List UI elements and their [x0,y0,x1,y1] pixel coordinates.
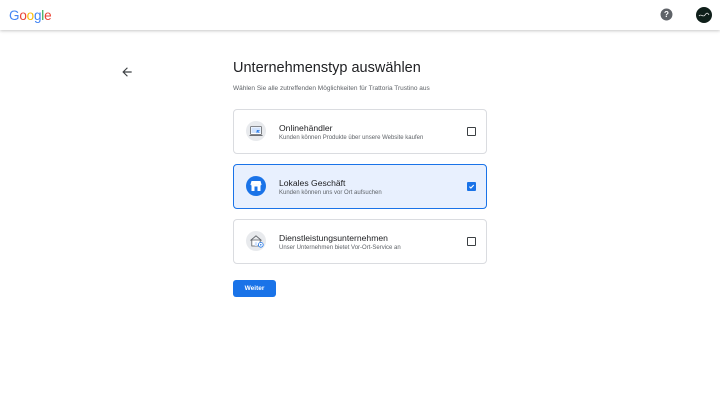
local-store-icon [246,176,266,196]
help-circle-icon[interactable]: ? [660,8,673,21]
option-checkbox[interactable] [467,127,476,136]
option-card-service-business[interactable]: Dienstleistungsunternehmen Unser Unterne… [233,219,487,264]
option-description: Unser Unternehmen bietet Vor-Ort-Service… [279,245,401,251]
option-description: Kunden können uns vor Ort aufsuchen [279,190,382,196]
logo-letter: g [33,8,42,23]
option-title: Onlinehändler [279,123,333,133]
arrow-back-icon[interactable] [120,65,134,79]
page-subtitle: Wählen Sie alle zutreffenden Möglichkeit… [233,85,430,92]
option-card-local-store[interactable]: Lokales Geschäft Kunden können uns vor O… [233,164,487,209]
account-avatar[interactable] [696,7,712,23]
option-title: Lokales Geschäft [279,178,346,188]
checkmark-icon [469,184,475,189]
page-title: Unternehmenstyp auswählen [233,60,421,76]
next-button[interactable]: Weiter [233,280,276,297]
online-store-icon [246,121,266,141]
top-bar: Google ? [0,0,720,30]
service-business-icon [246,231,266,251]
option-checkbox[interactable] [467,181,476,191]
logo-letter: e [44,8,52,23]
option-title: Dienstleistungsunternehmen [279,233,388,243]
logo-letter: G [9,8,20,23]
logo-letter: o [26,8,35,23]
logo-letter: o [19,8,27,23]
option-checkbox[interactable] [467,237,476,246]
google-logo[interactable]: Google [9,8,52,24]
svg-text:?: ? [664,10,669,19]
option-card-online-store[interactable]: Onlinehändler Kunden können Produkte übe… [233,109,487,154]
option-description: Kunden können Produkte über unsere Websi… [279,135,424,141]
